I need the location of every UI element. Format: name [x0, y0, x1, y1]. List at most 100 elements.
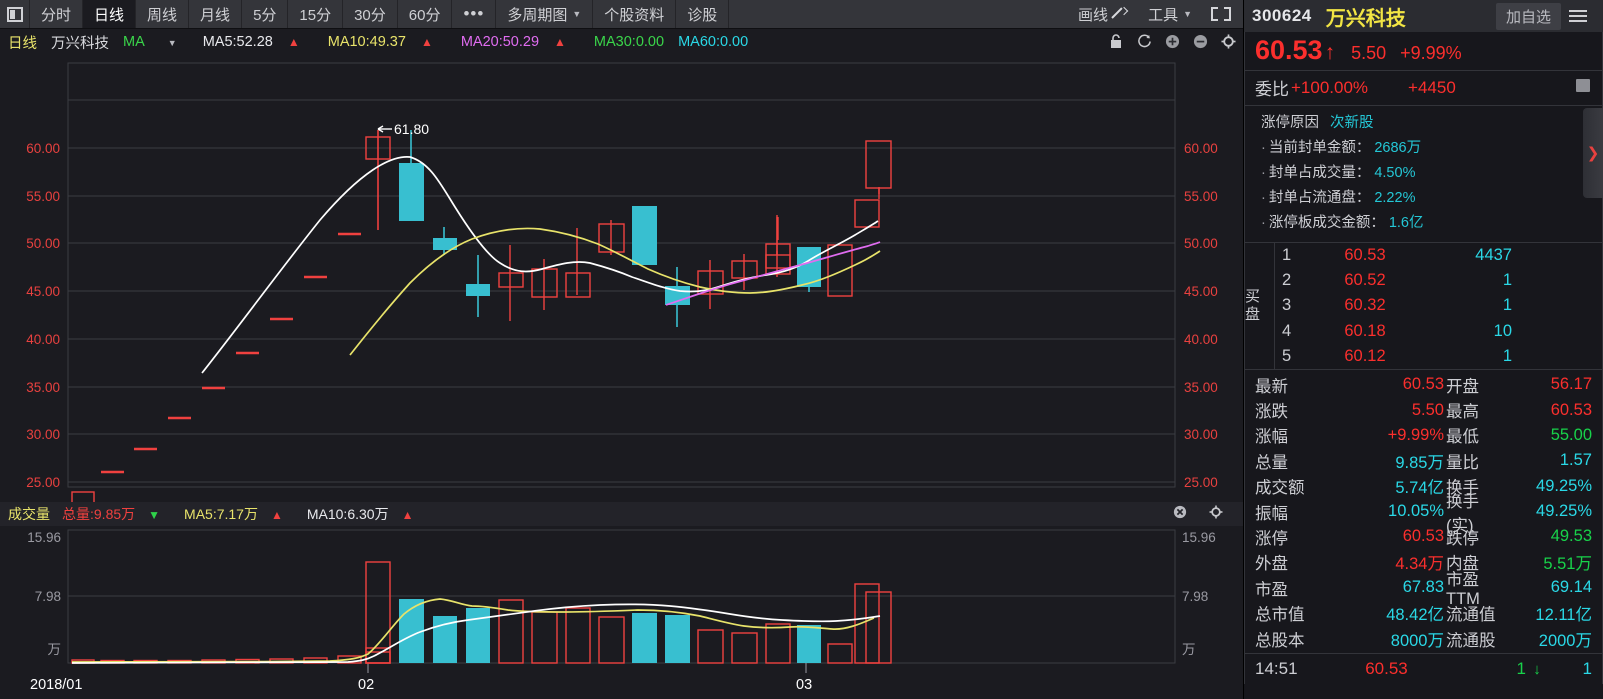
stock-name: 万兴科技	[1325, 7, 1406, 30]
order-ratio-label: 委比	[1255, 80, 1289, 99]
svg-text:40.00: 40.00	[1184, 332, 1218, 347]
period-tab-60min[interactable]: 60分	[398, 0, 453, 28]
zoom-in-icon[interactable]	[1163, 32, 1181, 50]
table-row[interactable]: 3 60.32 1	[1275, 293, 1602, 318]
period-tab-5min[interactable]: 5分	[242, 0, 289, 28]
stat-value-2: 49.25%	[1536, 476, 1592, 495]
volume-panel-icons	[1173, 505, 1235, 522]
period-tab-15min[interactable]: 15分	[288, 0, 344, 28]
refresh-icon[interactable]	[1135, 32, 1153, 50]
candlestick-chart[interactable]: 60.00 55.00 50.00 45.00 40.00 35.00 30.00 25…	[0, 55, 1243, 502]
stat-key-2: 流通值	[1446, 606, 1496, 625]
diagnose-button[interactable]: 诊股	[676, 0, 730, 28]
chart-area: 分时 日线 周线 月线 5分 15分 30分 60分 ••• 多周期图 ▼ 个股…	[0, 0, 1243, 699]
svg-text:2018/01: 2018/01	[30, 677, 82, 693]
volume-ma10: MA10:6.30万 ▲	[307, 504, 426, 524]
chart-settings-gear-icon[interactable]	[1219, 32, 1237, 50]
table-row[interactable]: 1 60.53 4437	[1275, 243, 1602, 268]
panel-toggle-icon[interactable]	[0, 0, 30, 28]
svg-text:50.00: 50.00	[1184, 236, 1218, 251]
copy-icon[interactable]	[1576, 79, 1590, 92]
price-change: 5.50	[1351, 43, 1387, 63]
table-row[interactable]: 4 60.18 10	[1275, 319, 1602, 344]
tools-button[interactable]: 工具 ▼	[1137, 4, 1203, 25]
table-row: 成交额 5.74亿 换手 49.25%	[1245, 474, 1602, 499]
tick-row: 14:51 60.53 1 ↓ 1	[1245, 654, 1602, 684]
period-tab-30min[interactable]: 30分	[343, 0, 398, 28]
volume-chart[interactable]: 15.96 7.98 万 15.96 7.98 万 2018/01 02 03	[0, 526, 1243, 699]
reason-value[interactable]: 次新股	[1330, 115, 1374, 131]
volume-settings-gear-icon[interactable]	[1209, 505, 1223, 522]
tick-volume: 1	[1516, 659, 1526, 679]
hamburger-menu-icon[interactable]	[1569, 10, 1595, 22]
svg-text:35.00: 35.00	[26, 380, 60, 395]
reason-item-value: 4.50%	[1374, 165, 1416, 181]
statistics-table: 最新 60.53 开盘 56.17 涨跌 5.50 最高 60.53 涨幅 +9.99% 最低 5…	[1245, 370, 1602, 655]
indicator-name-selector[interactable]: MA ▼	[123, 34, 191, 50]
svg-text:万: 万	[1182, 642, 1196, 657]
table-row[interactable]: 5 60.12 1	[1275, 344, 1602, 369]
table-row: 总量 9.85万 量比 1.57	[1245, 448, 1602, 473]
bid-side-label: 买盘	[1245, 243, 1275, 369]
reason-item-value: 2686万	[1374, 140, 1422, 156]
trading-app-window: 分时 日线 周线 月线 5分 15分 30分 60分 ••• 多周期图 ▼ 个股…	[0, 0, 1603, 699]
table-row[interactable]: 2 60.52 1	[1275, 268, 1602, 293]
stock-header: 300624 万兴科技 加自选	[1244, 0, 1603, 32]
ma-stock-name: 万兴科技	[51, 35, 109, 52]
stat-key-2: 量比	[1446, 453, 1479, 472]
chevron-down-icon-ma: ▼	[167, 38, 177, 48]
svg-text:30.00: 30.00	[26, 427, 60, 442]
volume-ma10-label: MA10:6.30万	[306, 506, 389, 522]
table-row: 涨幅 +9.99% 最低 55.00	[1245, 423, 1602, 448]
close-volume-panel-icon[interactable]	[1173, 505, 1187, 522]
price-up-arrow-icon: ↑	[1324, 41, 1336, 64]
stat-value-2: 56.17	[1550, 375, 1592, 394]
add-to-watchlist-button[interactable]: 加自选	[1495, 2, 1561, 30]
stat-value-2: 1.57	[1559, 451, 1592, 470]
ma10-value: MA10:49.37 ▲	[328, 34, 447, 50]
stat-value-2: 5.51万	[1543, 555, 1592, 574]
multi-period-chart-button[interactable]: 多周期图 ▼	[496, 0, 594, 28]
zoom-out-icon[interactable]	[1191, 32, 1209, 50]
period-tab-fenshi[interactable]: 分时	[30, 0, 84, 28]
svg-text:50.00: 50.00	[26, 236, 60, 251]
bid-index: 1	[1282, 246, 1292, 265]
stat-value-2: 55.00	[1550, 425, 1592, 444]
svg-text:30.00: 30.00	[1184, 427, 1218, 442]
draw-line-button[interactable]: 画线	[1067, 4, 1137, 25]
reason-item-value: 1.6亿	[1388, 215, 1424, 231]
stock-info-button[interactable]: 个股资料	[593, 0, 677, 28]
ma20-label: MA20:50.29	[460, 34, 540, 50]
indicator-name-label: MA	[123, 34, 145, 50]
ma10-label: MA10:49.37	[327, 34, 406, 50]
bid-price: 60.18	[1344, 321, 1386, 340]
tick-direction-arrow-icon: ↓	[1533, 660, 1541, 678]
period-tab-yuexian[interactable]: 月线	[189, 0, 243, 28]
bid-qty: 1	[1502, 346, 1512, 365]
stat-key: 涨幅	[1255, 428, 1288, 447]
bid-qty: 10	[1493, 321, 1512, 340]
volume-total: 总量:9.85万 ▼	[62, 504, 172, 524]
svg-text:45.00: 45.00	[1184, 284, 1218, 299]
limit-up-reason-head: 涨停原因 次新股	[1261, 111, 1602, 132]
reason-item-key: 涨停板成交金额：	[1268, 215, 1385, 231]
period-tab-zhouxian[interactable]: 周线	[136, 0, 190, 28]
fullscreen-icon[interactable]	[1208, 4, 1234, 24]
volume-ma5-label: MA5:7.17万	[184, 506, 258, 522]
tick-price: 60.53	[1365, 659, 1408, 679]
stat-value-2: 49.25%	[1536, 502, 1592, 521]
reason-item-key: 封单占成交量：	[1268, 165, 1371, 181]
bid-table: 买盘 1 60.53 4437 2 60.52 1 3 60.32 1 4 60…	[1245, 243, 1602, 370]
svg-text:25.00: 25.00	[1184, 475, 1218, 490]
panel-expand-handle[interactable]: ❯	[1583, 108, 1603, 198]
reason-item: · 封单占流通盘： 2.22%	[1261, 186, 1602, 207]
stat-key-2: 流通股	[1446, 631, 1496, 650]
stat-key-2: 最低	[1446, 428, 1479, 447]
lock-icon[interactable]	[1107, 32, 1125, 50]
period-tab-rixian[interactable]: 日线	[83, 0, 137, 28]
limit-up-reason-box: 涨停原因 次新股 · 当前封单金额： 2686万 · 封单占成交量： 4.50% · 封单…	[1245, 106, 1602, 243]
more-periods-button[interactable]: •••	[452, 0, 497, 28]
svg-text:55.00: 55.00	[26, 189, 60, 204]
bid-qty: 4437	[1475, 246, 1512, 265]
stat-value: 9.85万	[1395, 453, 1444, 472]
